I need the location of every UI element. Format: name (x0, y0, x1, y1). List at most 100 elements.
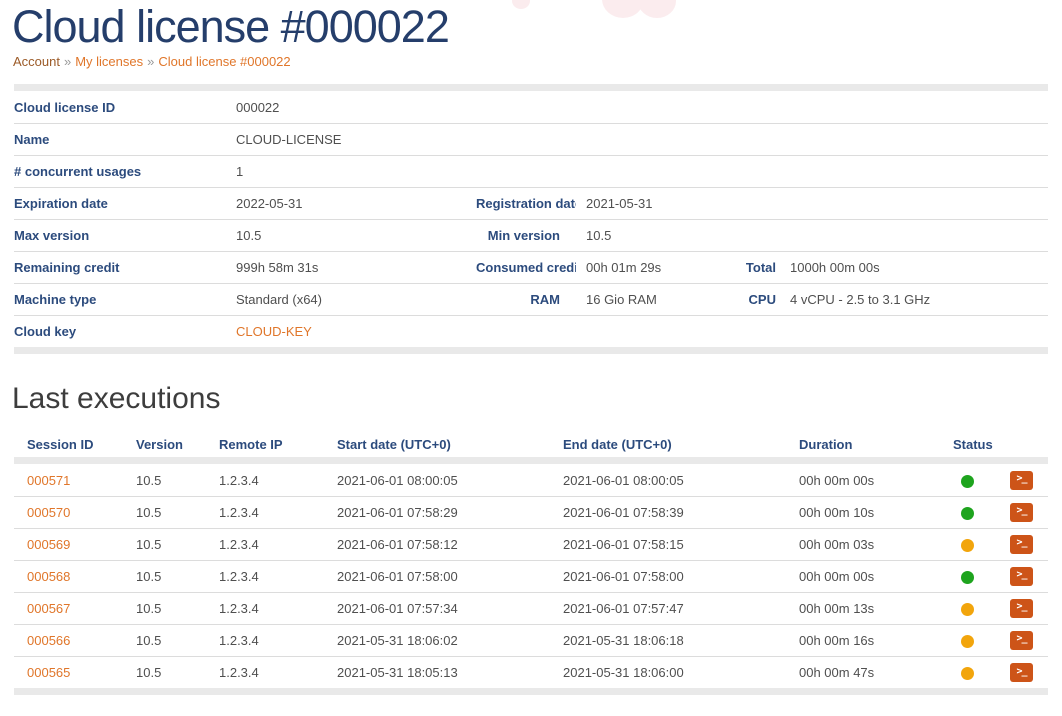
duration-cell: 00h 00m 13s (785, 592, 934, 624)
end-date-cell: 2021-06-01 07:57:47 (549, 592, 785, 624)
start-date-cell: 2021-06-01 08:00:05 (323, 464, 549, 496)
execution-row: 000568 10.5 1.2.3.4 2021-06-01 07:58:00 … (14, 560, 1048, 592)
section-title-last-executions: Last executions (12, 382, 1062, 416)
session-id-link[interactable]: 000566 (27, 633, 70, 648)
terminal-glyph: >_ (1016, 538, 1026, 548)
field-value: 10.5 (576, 219, 706, 251)
duration-cell: 00h 00m 03s (785, 528, 934, 560)
table-cap-top (14, 84, 1048, 91)
session-id-link[interactable]: 000567 (27, 601, 70, 616)
terminal-icon[interactable]: >_ (1010, 663, 1033, 682)
remote-ip-cell: 1.2.3.4 (205, 592, 323, 624)
status-dot (961, 635, 974, 648)
terminal-icon[interactable]: >_ (1010, 599, 1033, 618)
terminal-icon[interactable]: >_ (1010, 631, 1033, 650)
table-cap-top (14, 457, 1048, 464)
status-dot (961, 507, 974, 520)
column-header-end-date: End date (UTC+0) (549, 431, 785, 457)
duration-cell: 00h 00m 10s (785, 496, 934, 528)
breadcrumb-separator: » (147, 54, 154, 69)
terminal-glyph: >_ (1016, 474, 1026, 484)
breadcrumb-separator: » (64, 54, 71, 69)
execution-row: 000565 10.5 1.2.3.4 2021-05-31 18:05:13 … (14, 656, 1048, 688)
breadcrumb: Account » My licenses » Cloud license #00002… (0, 54, 1062, 69)
field-value: 4 vCPU - 2.5 to 3.1 GHz (776, 283, 1048, 315)
terminal-icon[interactable]: >_ (1010, 535, 1033, 554)
execution-row: 000567 10.5 1.2.3.4 2021-06-01 07:57:34 … (14, 592, 1048, 624)
execution-row: 000570 10.5 1.2.3.4 2021-06-01 07:58:29 … (14, 496, 1048, 528)
execution-row: 000566 10.5 1.2.3.4 2021-05-31 18:06:02 … (14, 624, 1048, 656)
end-date-cell: 2021-06-01 08:00:05 (549, 464, 785, 496)
terminal-glyph: >_ (1016, 634, 1026, 644)
terminal-icon[interactable]: >_ (1010, 471, 1033, 490)
status-dot (961, 475, 974, 488)
table-cap-bottom (14, 688, 1048, 695)
field-value: 00h 01m 29s (576, 251, 706, 283)
terminal-glyph: >_ (1016, 602, 1026, 612)
decorative-blob (616, 0, 668, 4)
session-id-link[interactable]: 000565 (27, 665, 70, 680)
version-cell: 10.5 (122, 592, 205, 624)
license-row-name: Name CLOUD-LICENSE (14, 123, 1048, 155)
remote-ip-cell: 1.2.3.4 (205, 464, 323, 496)
field-label: Total (706, 251, 776, 283)
remote-ip-cell: 1.2.3.4 (205, 560, 323, 592)
field-value: 999h 58m 31s (236, 251, 476, 283)
field-label: CPU (706, 283, 776, 315)
duration-cell: 00h 00m 47s (785, 656, 934, 688)
column-header-duration: Duration (785, 431, 934, 457)
terminal-icon[interactable]: >_ (1010, 567, 1033, 586)
column-header-remote-ip: Remote IP (205, 431, 323, 457)
end-date-cell: 2021-06-01 07:58:15 (549, 528, 785, 560)
version-cell: 10.5 (122, 496, 205, 528)
license-row-credit: Remaining credit 999h 58m 31s Consumed c… (14, 251, 1048, 283)
license-row-dates: Expiration date 2022-05-31 Registration … (14, 187, 1048, 219)
page-title: Cloud license #000022 (0, 0, 1062, 52)
field-label: Registration date (476, 187, 576, 219)
session-id-link[interactable]: 000571 (27, 473, 70, 488)
terminal-glyph: >_ (1016, 570, 1026, 580)
field-value: CLOUD-LICENSE (236, 123, 476, 155)
field-label: Cloud key (14, 315, 236, 347)
session-id-link[interactable]: 000569 (27, 537, 70, 552)
session-id-link[interactable]: 000570 (27, 505, 70, 520)
executions-table: Session ID Version Remote IP Start date … (14, 431, 1048, 695)
breadcrumb-link-cloud-license[interactable]: Cloud license #000022 (158, 54, 290, 69)
field-value: 1000h 00m 00s (776, 251, 1048, 283)
field-label: # concurrent usages (14, 155, 236, 187)
start-date-cell: 2021-06-01 07:58:29 (323, 496, 549, 528)
status-dot (961, 539, 974, 552)
terminal-icon[interactable]: >_ (1010, 503, 1033, 522)
version-cell: 10.5 (122, 624, 205, 656)
column-header-version: Version (122, 431, 205, 457)
remote-ip-cell: 1.2.3.4 (205, 496, 323, 528)
remote-ip-cell: 1.2.3.4 (205, 656, 323, 688)
start-date-cell: 2021-05-31 18:06:02 (323, 624, 549, 656)
terminal-glyph: >_ (1016, 506, 1026, 516)
session-id-link[interactable]: 000568 (27, 569, 70, 584)
license-row-id: Cloud license ID 000022 (14, 91, 1048, 123)
field-value: 1 (236, 155, 476, 187)
start-date-cell: 2021-05-31 18:05:13 (323, 656, 549, 688)
start-date-cell: 2021-06-01 07:57:34 (323, 592, 549, 624)
column-header-start-date: Start date (UTC+0) (323, 431, 549, 457)
table-cap-bottom (14, 347, 1048, 354)
field-value: 10.5 (236, 219, 476, 251)
end-date-cell: 2021-06-01 07:58:39 (549, 496, 785, 528)
field-label: Name (14, 123, 236, 155)
field-value: 2021-05-31 (576, 187, 706, 219)
field-label: Cloud license ID (14, 91, 236, 123)
column-header-session-id: Session ID (14, 431, 122, 457)
breadcrumb-link-my-licenses[interactable]: My licenses (75, 54, 143, 69)
field-label: Remaining credit (14, 251, 236, 283)
column-header-status: Status (934, 431, 1010, 457)
breadcrumb-link-account[interactable]: Account (13, 54, 60, 69)
remote-ip-cell: 1.2.3.4 (205, 624, 323, 656)
field-value: 2022-05-31 (236, 187, 476, 219)
version-cell: 10.5 (122, 656, 205, 688)
license-row-versions: Max version 10.5 Min version 10.5 (14, 219, 1048, 251)
version-cell: 10.5 (122, 464, 205, 496)
remote-ip-cell: 1.2.3.4 (205, 528, 323, 560)
duration-cell: 00h 00m 16s (785, 624, 934, 656)
cloud-key-link[interactable]: CLOUD-KEY (236, 324, 312, 339)
